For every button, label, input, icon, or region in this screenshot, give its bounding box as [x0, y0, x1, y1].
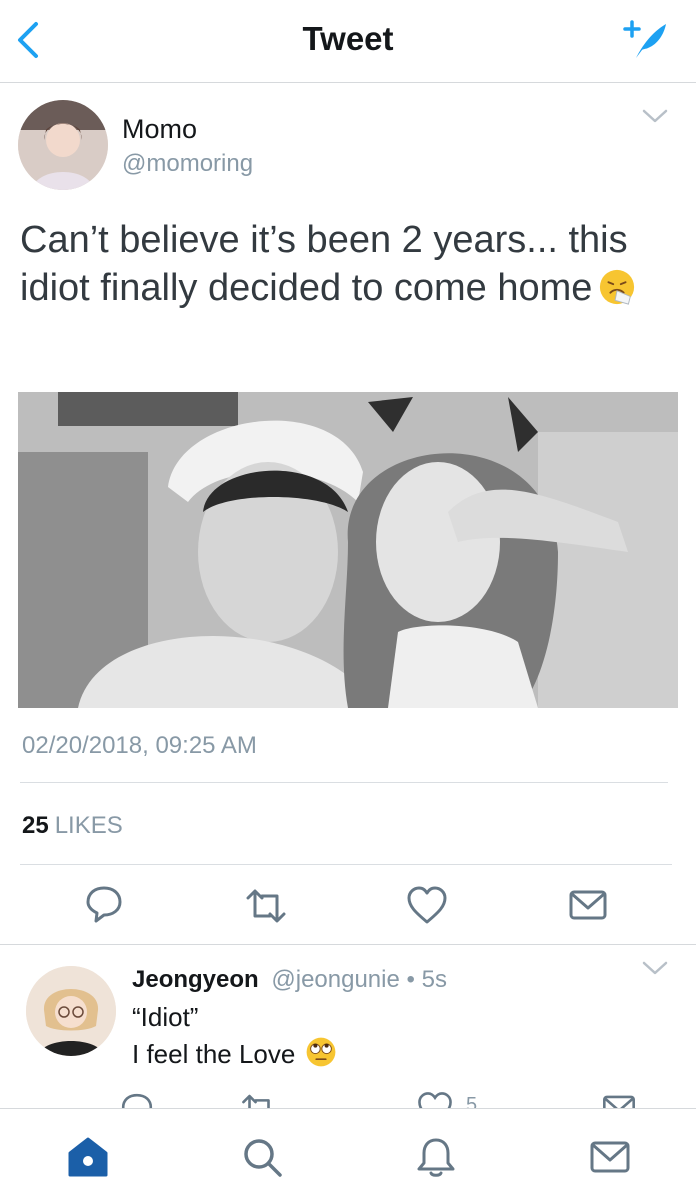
- author-avatar[interactable]: [18, 100, 108, 190]
- reply-meta-separator: •: [406, 966, 415, 993]
- like-heart-icon[interactable]: [405, 884, 449, 928]
- tweet-text-line: Can’t believe it’s been 2 years... this: [20, 219, 628, 261]
- reply-text-segment: I feel the Love: [132, 1039, 296, 1069]
- reply-time: 5s: [421, 966, 447, 993]
- tweet-photo[interactable]: [18, 392, 678, 708]
- eye-roll-emoji-icon: [306, 1037, 336, 1067]
- page-title: Tweet: [302, 20, 394, 57]
- retweet-icon[interactable]: [244, 884, 288, 928]
- messages-envelope-icon[interactable]: [588, 1135, 632, 1179]
- chevron-down-icon[interactable]: [640, 104, 670, 128]
- share-mail-icon[interactable]: [566, 884, 610, 928]
- divider: [0, 944, 696, 945]
- reply-author-avatar[interactable]: [26, 966, 116, 1056]
- tweet-timestamp: 02/20/2018, 09:25 AM: [22, 732, 257, 759]
- author-handle[interactable]: @momoring: [122, 150, 253, 178]
- notifications-bell-icon[interactable]: [414, 1135, 458, 1179]
- divider: [20, 864, 672, 865]
- tweet-text-segment: idiot finally decided to come home: [20, 267, 593, 309]
- reply-text-line: I feel the Love: [132, 1036, 337, 1070]
- divider: [20, 782, 668, 783]
- tweet-text: Can’t believe it’s been 2 years... this …: [20, 216, 680, 312]
- top-bar: Tweet: [0, 0, 696, 83]
- sneezing-face-emoji-icon: [600, 269, 635, 305]
- likes-count[interactable]: 25 LIKES: [22, 812, 123, 840]
- reply-author-handle[interactable]: @jeongunie: [271, 966, 399, 993]
- reply-text-line: “Idiot”: [132, 1002, 199, 1032]
- reply-icon[interactable]: [82, 882, 126, 926]
- reply-header: Jeongyeon @jeongunie • 5s: [132, 966, 447, 994]
- likes-number: 25: [22, 812, 49, 839]
- search-icon[interactable]: [240, 1135, 284, 1179]
- home-icon[interactable]: [66, 1135, 110, 1179]
- author-name[interactable]: Momo: [122, 114, 197, 145]
- reply-chevron-down-icon[interactable]: [640, 956, 670, 980]
- compose-tweet-icon[interactable]: [622, 16, 670, 64]
- reply-author-name[interactable]: Jeongyeon: [132, 966, 259, 993]
- bottom-tab-bar: [0, 1108, 696, 1201]
- likes-label: LIKES: [54, 812, 123, 839]
- tweet-text-line: idiot finally decided to come home: [20, 264, 680, 312]
